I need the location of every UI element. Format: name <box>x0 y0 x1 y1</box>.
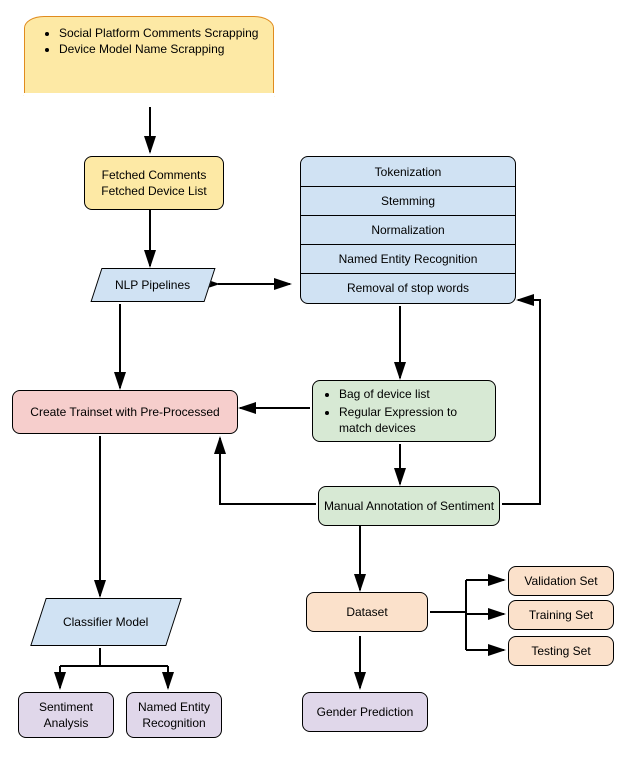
dataset-box: Dataset <box>306 592 428 632</box>
ner-output: Named Entity Recognition <box>126 692 222 738</box>
gender-label: Gender Prediction <box>317 704 414 720</box>
ner-label: Named Entity Recognition <box>127 699 221 731</box>
nlp-steps-box: Tokenization Stemming Normalization Name… <box>300 156 516 304</box>
manual-annotation-box: Manual Annotation of Sentiment <box>318 486 500 526</box>
validation-label: Validation Set <box>524 573 597 589</box>
nlp-label: NLP Pipelines <box>115 277 190 293</box>
input-item: Social Platform Comments Scrapping <box>59 25 259 41</box>
nlp-pipelines-node: NLP Pipelines <box>90 268 215 302</box>
bag-item: Bag of device list <box>339 385 489 403</box>
bag-item: Regular Expression to match devices <box>339 403 489 437</box>
fetched-box: Fetched Comments Fetched Device List <box>84 156 224 210</box>
nlp-step: Stemming <box>301 187 515 216</box>
testing-set-box: Testing Set <box>508 636 614 666</box>
classifier-model-node: Classifier Model <box>30 598 182 646</box>
create-trainset-label: Create Trainset with Pre-Processed <box>30 404 219 420</box>
sentiment-analysis-output: Sentiment Analysis <box>18 692 114 738</box>
training-label: Training Set <box>529 607 593 623</box>
dataset-label: Dataset <box>346 604 387 620</box>
nlp-step: Removal of stop words <box>301 274 515 302</box>
manual-annotation-label: Manual Annotation of Sentiment <box>324 498 494 514</box>
sentiment-label: Sentiment Analysis <box>19 699 113 731</box>
nlp-step: Normalization <box>301 216 515 245</box>
testing-label: Testing Set <box>531 643 590 659</box>
training-set-box: Training Set <box>508 600 614 630</box>
bag-devices-box: Bag of device list Regular Expression to… <box>312 380 496 442</box>
nlp-step: Named Entity Recognition <box>301 245 515 274</box>
create-trainset-box: Create Trainset with Pre-Processed <box>12 390 238 434</box>
input-item: Device Model Name Scrapping <box>59 41 259 57</box>
classifier-label: Classifier Model <box>63 614 148 630</box>
gender-prediction-output: Gender Prediction <box>302 692 428 732</box>
input-sources-banner: Social Platform Comments Scrapping Devic… <box>24 16 274 96</box>
nlp-step: Tokenization <box>301 158 515 187</box>
validation-set-box: Validation Set <box>508 566 614 596</box>
fetched-line2: Fetched Device List <box>101 183 206 199</box>
fetched-line1: Fetched Comments <box>102 167 207 183</box>
